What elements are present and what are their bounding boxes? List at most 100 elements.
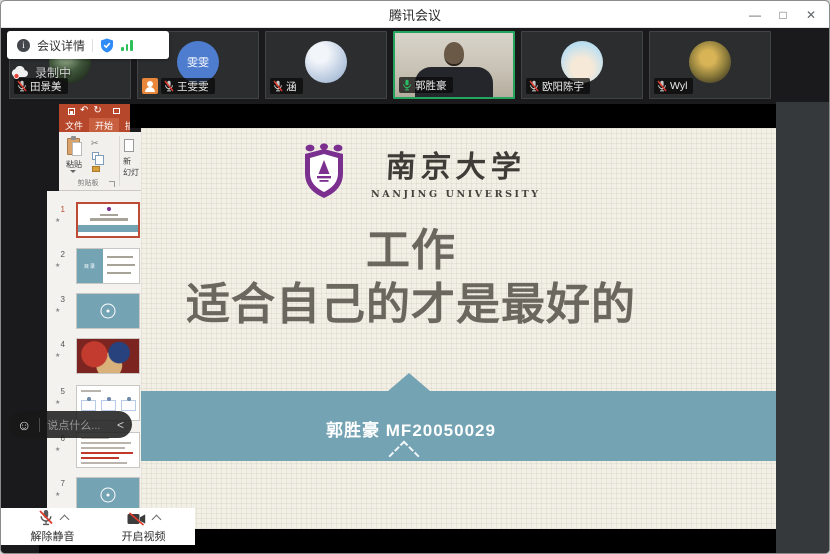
animation-star-icon: ★ (55, 491, 60, 498)
thumbnail-slide-2[interactable]: 目录 (76, 248, 140, 284)
participant-tile[interactable]: 欧阳陈宇 (521, 31, 643, 99)
meeting-stage: 南京大学 NANJING UNIVERSITY 工作 适合自己的才是最好的 郭胜… (1, 28, 829, 554)
tencent-meeting-window: 腾讯会议 — □ ✕ (0, 0, 830, 554)
slide-thumbnail-panel: 1 ★ 2 ★ 目录 3 ★ 4 ★ (47, 191, 141, 529)
participant-name: 郭胜豪 (415, 78, 447, 93)
participant-name: 涵 (286, 79, 297, 94)
avatar (561, 41, 603, 83)
recording-label: 录制中 (35, 64, 71, 81)
animation-star-icon: ★ (55, 399, 60, 406)
chevron-up-icon[interactable] (152, 515, 162, 525)
slide-number: 5 (49, 387, 65, 396)
slide-number: 4 (49, 340, 65, 349)
avatar: 雯雯 (177, 41, 219, 83)
window-titlebar: 腾讯会议 — □ ✕ (1, 1, 829, 28)
minimize-button[interactable]: — (743, 3, 767, 27)
ppt-tab-row: 文件 开始 插入 (59, 118, 130, 132)
undo-icon[interactable]: ↶ (80, 106, 88, 116)
muted-mic-icon (657, 80, 667, 92)
info-icon: i (17, 39, 30, 52)
tab-insert[interactable]: 插入 (119, 118, 130, 132)
unmute-button[interactable]: 解除静音 (10, 509, 96, 544)
muted-mic-icon (164, 80, 174, 92)
start-video-button[interactable]: 开启视频 (101, 509, 187, 544)
unmute-label: 解除静音 (31, 528, 75, 544)
muted-mic-icon (529, 80, 539, 92)
tab-home[interactable]: 开始 (89, 118, 119, 132)
copy-icon[interactable] (92, 152, 99, 160)
chevron-up-icon[interactable] (59, 515, 69, 525)
ppt-titlebar: ↶ ↻ (59, 104, 130, 118)
animation-star-icon: ★ (55, 217, 60, 224)
avatar (305, 41, 347, 83)
ribbon-divider (119, 136, 120, 186)
recording-indicator[interactable]: 录制中 (11, 64, 71, 81)
dialog-launcher-icon[interactable] (109, 181, 115, 187)
maximize-button[interactable]: □ (771, 3, 795, 27)
avatar (689, 41, 731, 83)
meeting-info-bar[interactable]: i 会议详情 (7, 31, 169, 59)
thumbnail-slide-1[interactable] (76, 202, 140, 238)
participant-name: 王雯雯 (177, 79, 209, 94)
save-icon[interactable] (68, 108, 75, 115)
divider (39, 418, 40, 432)
chat-input-placeholder[interactable]: 说点什么... (47, 417, 115, 433)
band-triangle (388, 373, 430, 391)
start-video-label: 开启视频 (122, 528, 166, 544)
paste-label[interactable]: 粘贴 (61, 159, 87, 170)
emoji-icon[interactable]: ☺ (17, 418, 31, 432)
camera-off-icon (127, 512, 146, 526)
participant-tile[interactable]: Wyl (649, 31, 771, 99)
chat-quick-input[interactable]: ☺ 说点什么... < (9, 411, 132, 438)
new-slide-label-2[interactable]: 幻灯 (123, 167, 139, 178)
slide-letterbox-top (130, 104, 776, 128)
toc-mini-label: 目录 (77, 249, 103, 283)
slide-number: 1 (49, 205, 65, 214)
chat-collapse-icon[interactable]: < (117, 418, 124, 432)
host-badge-icon (142, 78, 158, 94)
participant-tile[interactable]: 涵 (265, 31, 387, 99)
animation-star-icon: ★ (55, 446, 60, 453)
slide-title: 工作 适合自己的才是最好的 (151, 224, 671, 332)
presentation-icon[interactable] (113, 108, 120, 114)
new-slide-icon[interactable] (124, 139, 134, 152)
animation-star-icon: ★ (55, 307, 60, 314)
cloud-recording-icon (11, 66, 29, 79)
participant-name: Wyl (670, 80, 687, 92)
bottom-control-bar: 解除静音 开启视频 (1, 508, 195, 545)
meeting-details-label[interactable]: 会议详情 (37, 37, 85, 54)
animation-star-icon: ★ (55, 352, 60, 359)
slide-number: 3 (49, 295, 65, 304)
paste-dropdown-caret[interactable] (70, 170, 76, 173)
nju-name-english: NANJING UNIVERSITY (371, 189, 541, 200)
muted-mic-icon (38, 509, 54, 526)
tab-file[interactable]: 文件 (59, 118, 89, 132)
network-signal-icon (121, 40, 133, 51)
participant-tile-active-speaker[interactable]: 郭胜豪 (393, 31, 515, 99)
close-button[interactable]: ✕ (799, 3, 823, 27)
ppt-ribbon: 粘贴 ✂ 剪贴板 新 幻灯 (59, 132, 141, 191)
format-painter-icon[interactable] (92, 166, 100, 172)
thumbnail-slide-3[interactable] (76, 293, 140, 329)
muted-mic-icon (17, 80, 27, 92)
thumbnail-slide-4[interactable] (76, 338, 140, 374)
presenter-line: 郭胜豪 MF20050029 (151, 416, 671, 441)
slide-number: 7 (49, 479, 65, 488)
slide-title-line2: 适合自己的才是最好的 (151, 278, 671, 332)
muted-mic-icon (273, 80, 283, 92)
nju-logo-block: 南京大学 NANJING UNIVERSITY (303, 142, 541, 200)
slide-number: 2 (49, 250, 65, 259)
divider (92, 39, 93, 52)
redo-icon[interactable]: ↻ (93, 106, 101, 116)
cut-icon[interactable]: ✂ (91, 138, 99, 149)
active-mic-icon (402, 79, 412, 91)
slide-title-line1: 工作 (151, 224, 671, 278)
new-slide-label-1[interactable]: 新 (123, 156, 131, 167)
nju-shield-logo (303, 143, 345, 199)
right-background-column (776, 102, 829, 554)
window-controls: — □ ✕ (743, 1, 823, 28)
security-shield-icon[interactable] (100, 38, 114, 53)
paste-icon[interactable] (67, 138, 80, 155)
participant-name: 欧阳陈宇 (542, 79, 584, 94)
nju-name-chinese: 南京大学 (385, 142, 527, 186)
